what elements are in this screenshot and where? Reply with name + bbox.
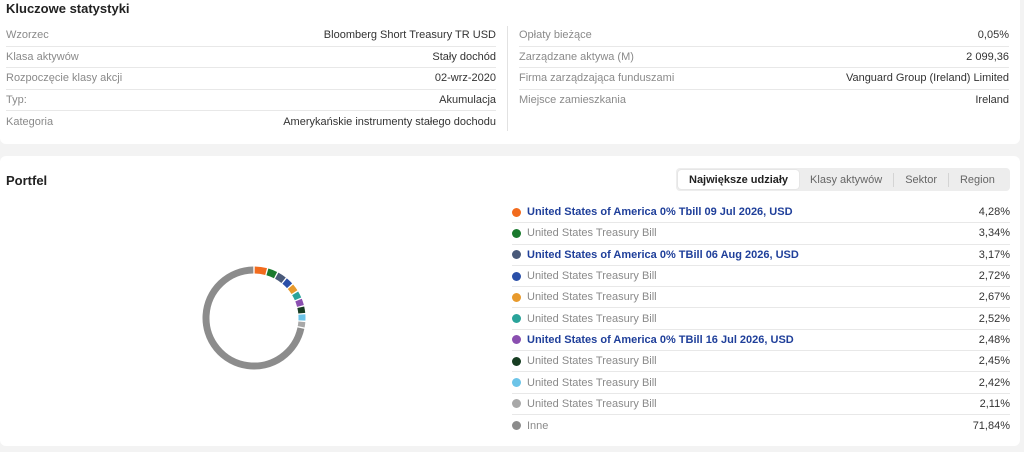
tab-top-holdings[interactable]: Największe udziały (678, 170, 800, 189)
holding-name: Inne (527, 419, 549, 432)
key-stats-title: Kluczowe statystyki (6, 1, 130, 16)
legend-dot-icon (512, 228, 521, 238)
stat-row-inception: Rozpoczęcie klasy akcji 02-wrz-2020 (6, 68, 496, 90)
stat-value: Akumulacja (439, 93, 496, 106)
holding-row: United States Treasury Bill 2,11% (512, 394, 1010, 415)
holding-name-link[interactable]: United States of America 0% TBill 16 Jul… (527, 334, 979, 346)
stat-row-aum: Zarządzane aktywa (M) 2 099,36 (519, 47, 1009, 68)
holding-row: United States Treasury Bill 2,42% (512, 372, 1010, 394)
key-stats-card: Kluczowe statystyki Wzorzec Bloomberg Sh… (0, 0, 1020, 144)
stat-value: Vanguard Group (Ireland) Limited (845, 72, 1009, 85)
legend-dot-icon (512, 250, 521, 260)
donut-slice[interactable] (297, 306, 306, 314)
legend-dot-icon (512, 378, 521, 388)
legend-dot-icon (512, 399, 521, 409)
column-divider (507, 26, 508, 131)
stat-row-category: Kategoria Amerykańskie instrumenty stałe… (6, 111, 496, 133)
donut-slice[interactable] (282, 278, 293, 289)
holdings-donut-chart (202, 266, 306, 370)
holding-row[interactable]: United States of America 0% TBill 06 Aug… (512, 245, 1010, 266)
holding-name: United States Treasury Bill (527, 270, 657, 283)
holdings-list: United States of America 0% Tbill 09 Jul… (512, 202, 1010, 436)
legend-dot-icon (512, 314, 521, 324)
tab-region[interactable]: Region (949, 170, 1006, 189)
donut-slice[interactable] (274, 272, 286, 283)
legend-dot-icon (512, 207, 521, 217)
holding-name: United States Treasury Bill (527, 397, 657, 410)
donut-slice[interactable] (287, 284, 298, 295)
donut-slice[interactable] (266, 268, 278, 279)
stat-value: Stały dochód (432, 50, 496, 63)
stats-right-column: Opłaty bieżące 0,05% Zarządzane aktywa (… (519, 25, 1009, 111)
stat-value: 02-wrz-2020 (434, 72, 496, 85)
stat-label: Zarządzane aktywa (M) (519, 50, 634, 63)
holding-weight: 71,84% (972, 419, 1010, 432)
stat-value: 0,05% (977, 29, 1009, 42)
holding-row: United States Treasury Bill 2,72% (512, 266, 1010, 288)
holding-row: United States Treasury Bill 2,67% (512, 287, 1010, 309)
legend-dot-icon (512, 421, 521, 431)
donut-slice[interactable] (295, 298, 304, 307)
stat-value: Bloomberg Short Treasury TR USD (323, 29, 496, 42)
legend-dot-icon (512, 292, 521, 302)
holding-row: Inne 71,84% (512, 415, 1010, 436)
holding-weight: 2,48% (978, 333, 1010, 346)
donut-slice[interactable] (297, 321, 306, 328)
stat-label: Klasa aktywów (6, 50, 79, 63)
portfolio-title: Portfel (6, 173, 48, 188)
holding-name: United States Treasury Bill (527, 355, 657, 368)
holding-weight: 3,34% (978, 227, 1010, 240)
legend-dot-icon (512, 271, 521, 281)
donut-slice[interactable] (292, 291, 302, 301)
tab-sector[interactable]: Sektor (894, 170, 948, 189)
holding-name-link[interactable]: United States of America 0% Tbill 09 Jul… (527, 206, 979, 218)
holding-row[interactable]: United States of America 0% Tbill 09 Jul… (512, 202, 1010, 224)
stat-value: Ireland (975, 94, 1009, 107)
stat-label: Opłaty bieżące (519, 29, 592, 42)
stat-row-fund-company: Firma zarządzająca funduszami Vanguard G… (519, 68, 1009, 90)
legend-dot-icon (512, 356, 521, 366)
holding-weight: 2,42% (978, 376, 1010, 389)
holding-weight: 2,72% (978, 270, 1010, 283)
donut-slice[interactable] (254, 266, 267, 275)
holding-name: United States Treasury Bill (527, 376, 657, 389)
holding-name: United States Treasury Bill (527, 291, 657, 304)
stat-label: Firma zarządzająca funduszami (519, 72, 675, 85)
holding-weight: 2,11% (979, 397, 1010, 410)
holding-weight: 2,52% (978, 312, 1010, 325)
holding-weight: 2,67% (978, 291, 1010, 304)
stat-label: Miejsce zamieszkania (519, 94, 626, 107)
stat-label: Rozpoczęcie klasy akcji (6, 72, 123, 85)
stat-label: Wzorzec (6, 29, 49, 42)
stat-value: 2 099,36 (966, 50, 1009, 63)
holding-row[interactable]: United States of America 0% TBill 16 Jul… (512, 330, 1010, 352)
stat-label: Kategoria (6, 115, 54, 128)
stat-row-type: Typ: Akumulacja (6, 90, 496, 111)
stat-row-ongoing-charges: Opłaty bieżące 0,05% (519, 25, 1009, 47)
holding-row: United States Treasury Bill 2,45% (512, 351, 1010, 373)
portfolio-tabs: Największe udziały Klasy aktywów Sektor … (676, 168, 1010, 191)
stat-row-asset-class: Klasa aktywów Stały dochód (6, 47, 496, 68)
holding-weight: 3,17% (978, 248, 1010, 261)
stat-label: Typ: (6, 93, 27, 106)
tab-asset-classes[interactable]: Klasy aktywów (799, 170, 893, 189)
portfolio-card: Portfel Największe udziały Klasy aktywów… (0, 156, 1020, 446)
holding-row: United States Treasury Bill 2,52% (512, 308, 1010, 330)
holding-name: United States Treasury Bill (527, 312, 657, 325)
holding-name-link[interactable]: United States of America 0% TBill 06 Aug… (527, 249, 979, 261)
stat-row-benchmark: Wzorzec Bloomberg Short Treasury TR USD (6, 25, 496, 47)
stats-left-column: Wzorzec Bloomberg Short Treasury TR USD … (6, 25, 496, 133)
legend-dot-icon (512, 335, 521, 345)
stat-row-domicile: Miejsce zamieszkania Ireland (519, 90, 1009, 112)
holding-weight: 4,28% (978, 206, 1010, 219)
holding-row: United States Treasury Bill 3,34% (512, 223, 1010, 245)
stat-value: Amerykańskie instrumenty stałego dochodu (283, 115, 496, 128)
holding-name: United States Treasury Bill (527, 227, 657, 240)
holding-weight: 2,45% (978, 355, 1010, 368)
